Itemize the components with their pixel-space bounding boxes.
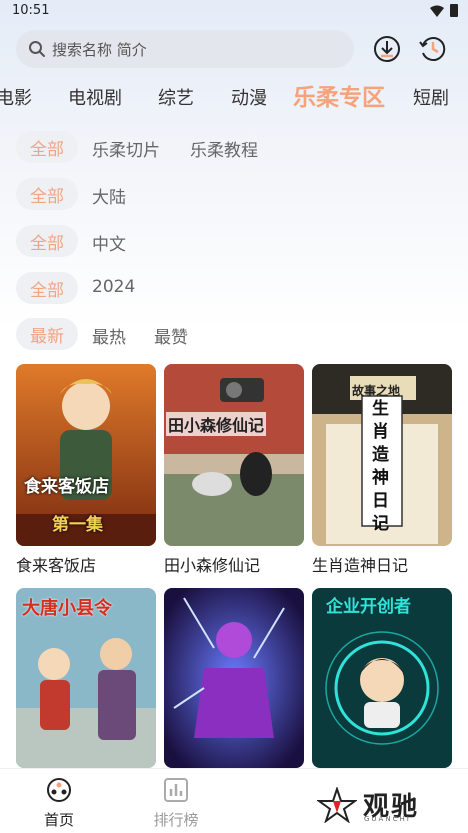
nav-home-label: 首页: [43, 811, 74, 829]
filter-row-region: 全部 大陆: [16, 178, 456, 210]
tab-lerou-zone[interactable]: 乐柔专区: [293, 78, 385, 112]
video-card[interactable]: 食来客饭店 第一集 食来客饭店: [16, 364, 156, 575]
poster-thumbnail[interactable]: 食来客饭店 第一集: [16, 364, 156, 546]
video-card[interactable]: 大唐小县令: [16, 588, 156, 768]
search-row: 搜索名称 简介: [16, 30, 456, 68]
poster-title-text: 田小森修仙记: [166, 412, 267, 436]
filter-chip-all[interactable]: 全部: [16, 225, 78, 257]
filter-row-year: 全部 2024: [16, 272, 456, 304]
poster-image: [164, 588, 304, 768]
watermark-logo-icon: [316, 786, 357, 823]
poster-sign-text: 故事之地: [352, 384, 401, 398]
tab-anime[interactable]: 动漫: [231, 84, 267, 110]
nav-ranking[interactable]: 排行榜: [136, 777, 216, 830]
poster-title-text: 企业开创者: [326, 597, 411, 617]
status-time: 10:51: [12, 3, 50, 18]
nav-home[interactable]: 首页: [19, 777, 99, 830]
sort-option[interactable]: 最热: [92, 323, 126, 348]
filter-row-category: 全部 乐柔切片 乐柔教程: [16, 131, 456, 163]
search-input[interactable]: 搜索名称 简介: [16, 30, 354, 68]
nav-ranking-label: 排行榜: [153, 811, 199, 829]
poster-thumbnail[interactable]: 田小森修仙记: [164, 364, 304, 546]
video-title[interactable]: 田小森修仙记: [164, 552, 260, 576]
status-icons: [430, 4, 458, 17]
filter-chip-all[interactable]: 全部: [16, 272, 78, 304]
poster-episode-text: 第一集: [52, 515, 103, 535]
watermark: 观驰 GUANCHI: [268, 776, 468, 833]
download-icon[interactable]: [372, 34, 402, 64]
filter-row-language: 全部 中文: [16, 225, 456, 257]
history-icon[interactable]: [418, 34, 448, 64]
search-icon: [29, 41, 45, 57]
filter-row-sort: 最新 最热 最赞: [16, 318, 456, 350]
video-title[interactable]: 食来客饭店: [16, 552, 96, 576]
status-bar: 10:51: [0, 0, 468, 22]
poster-title-text: 生肖造神日记: [372, 399, 389, 534]
filter-option[interactable]: 乐柔切片: [92, 136, 160, 161]
poster-thumbnail[interactable]: 故事之地 生肖造神日记: [312, 364, 452, 546]
filter-option[interactable]: 乐柔教程: [190, 136, 258, 161]
video-card[interactable]: 企业开创者: [312, 588, 452, 768]
tab-variety[interactable]: 综艺: [158, 84, 194, 110]
filter-chip-all[interactable]: 全部: [16, 131, 78, 163]
watermark-subtext: GUANCHI: [364, 815, 411, 823]
poster-image: [164, 364, 304, 546]
bar-chart-icon: [164, 778, 188, 802]
poster-thumbnail[interactable]: [164, 588, 304, 768]
film-reel-icon: [47, 778, 71, 802]
tab-movie[interactable]: 电影: [0, 84, 32, 110]
filter-option[interactable]: 2024: [92, 277, 135, 297]
video-card[interactable]: 田小森修仙记 田小森修仙记: [164, 364, 304, 575]
search-placeholder: 搜索名称 简介: [52, 40, 147, 59]
video-card[interactable]: [164, 588, 304, 768]
video-card[interactable]: 故事之地 生肖造神日记 生肖造神日记: [312, 364, 452, 575]
wifi-icon: [430, 5, 444, 17]
tab-tv-series[interactable]: 电视剧: [68, 84, 122, 110]
poster-thumbnail[interactable]: 大唐小县令: [16, 588, 156, 768]
category-tabs: 电影 电视剧 综艺 动漫 乐柔专区 短剧: [0, 78, 468, 114]
poster-title-text: 食来客饭店: [24, 477, 109, 497]
filter-chip-all[interactable]: 全部: [16, 178, 78, 210]
video-title[interactable]: 生肖造神日记: [312, 552, 408, 576]
filter-option[interactable]: 中文: [92, 230, 126, 255]
battery-icon: [450, 4, 458, 17]
sort-chip-newest[interactable]: 最新: [16, 318, 78, 350]
tab-short-drama[interactable]: 短剧: [413, 84, 449, 110]
poster-thumbnail[interactable]: 企业开创者: [312, 588, 452, 768]
filter-option[interactable]: 大陆: [92, 183, 126, 208]
sort-option[interactable]: 最赞: [154, 323, 188, 348]
poster-title-text: 大唐小县令: [22, 598, 112, 619]
